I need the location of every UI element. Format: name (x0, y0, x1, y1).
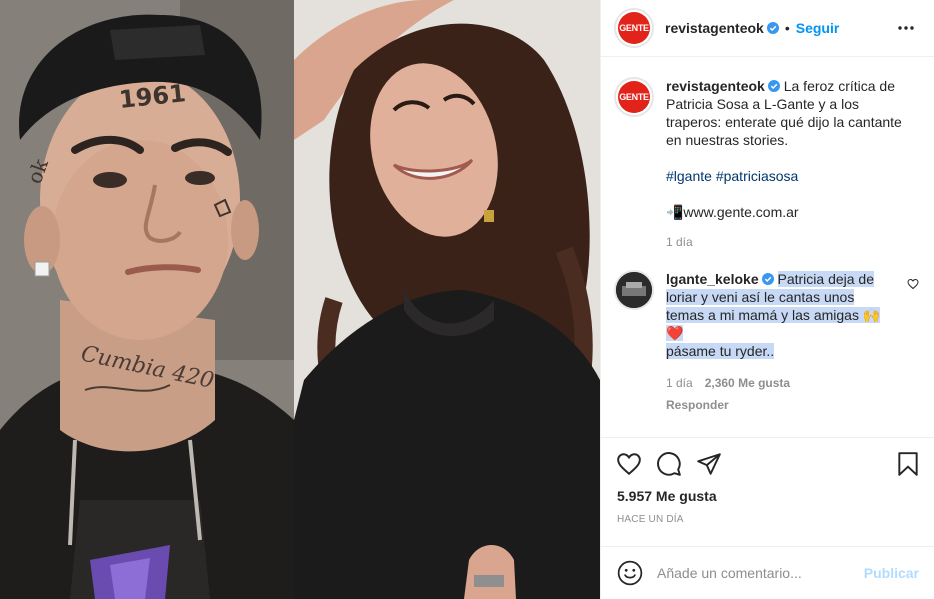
like-heart-icon[interactable] (616, 451, 642, 477)
commenter-avatar[interactable] (614, 270, 654, 310)
comment-item: lgante_keloke Patricia deja de loriar y … (614, 270, 919, 414)
post-side-panel: GENTE revistagenteok • Seguir GENTE revi… (600, 0, 934, 599)
comments-list[interactable]: GENTE revistagenteok La feroz crítica de… (601, 57, 934, 437)
caption-time[interactable]: 1 día (666, 233, 918, 251)
comment-time[interactable]: 1 día (666, 376, 693, 390)
more-options-button[interactable] (896, 18, 916, 38)
author-avatar[interactable]: GENTE (614, 8, 654, 48)
post-actions: 5.957 Me gusta HACE UN DÍA (601, 437, 934, 546)
post-header: GENTE revistagenteok • Seguir (601, 0, 934, 57)
gente-logo: GENTE (618, 12, 650, 44)
commenter-username[interactable]: lgante_keloke (666, 271, 759, 287)
gente-logo: GENTE (618, 81, 650, 113)
caption-comment: GENTE revistagenteok La feroz crítica de… (614, 77, 919, 251)
photo-man-with-cap: Cumbia 420 ok 1961 (0, 0, 294, 599)
publish-button[interactable]: Publicar (864, 565, 919, 581)
comment-likes[interactable]: 2,360 Me gusta (705, 376, 790, 390)
caption-hashtags[interactable]: #lgante #patriciasosa (666, 167, 918, 185)
photo-woman-curly-hair (294, 0, 600, 599)
instagram-post: Cumbia 420 ok 1961 GENTE revistagenteok … (0, 0, 934, 599)
follow-button[interactable]: Seguir (796, 20, 840, 36)
comment-body: lgante_keloke Patricia deja de loriar y … (666, 270, 896, 414)
comment-bubble-icon[interactable] (656, 451, 682, 477)
post-media[interactable]: Cumbia 420 ok 1961 (0, 0, 600, 599)
comment-text-heart: ❤️ (666, 325, 684, 341)
comment-meta: 1 día 2,360 Me gusta (666, 374, 896, 392)
separator-dot: • (784, 20, 790, 36)
author-username[interactable]: revistagenteok (665, 20, 764, 36)
caption-link: 📲www.gente.com.ar (666, 204, 799, 220)
save-bookmark-icon[interactable] (895, 451, 921, 477)
post-likes-count[interactable]: 5.957 Me gusta (601, 488, 934, 504)
gente-logo-text: GENTE (619, 23, 649, 33)
gente-logo-text: GENTE (619, 92, 649, 102)
share-paper-plane-icon[interactable] (696, 451, 722, 477)
caption-body: revistagenteok La feroz crítica de Patri… (666, 77, 918, 251)
verified-badge-icon (767, 80, 780, 92)
woman-illustration (294, 0, 600, 599)
add-comment-bar: Publicar (601, 546, 934, 599)
caption-username[interactable]: revistagenteok (666, 78, 765, 94)
caption-author-avatar[interactable]: GENTE (614, 77, 654, 117)
commenter-avatar-image (616, 272, 652, 308)
more-dots-icon (898, 26, 914, 30)
emoji-smiley-icon[interactable] (617, 560, 643, 586)
comment-input[interactable] (657, 565, 864, 581)
comment-text-end: pásame tu ryder.. (666, 343, 775, 359)
post-timestamp[interactable]: HACE UN DÍA (601, 514, 934, 525)
verified-badge-icon (761, 273, 774, 285)
like-comment-icon[interactable] (907, 278, 919, 290)
reply-button[interactable]: Responder (666, 396, 896, 414)
verified-badge-icon (766, 22, 779, 34)
man-illustration: Cumbia 420 ok 1961 (0, 0, 294, 599)
action-icons (601, 438, 934, 478)
